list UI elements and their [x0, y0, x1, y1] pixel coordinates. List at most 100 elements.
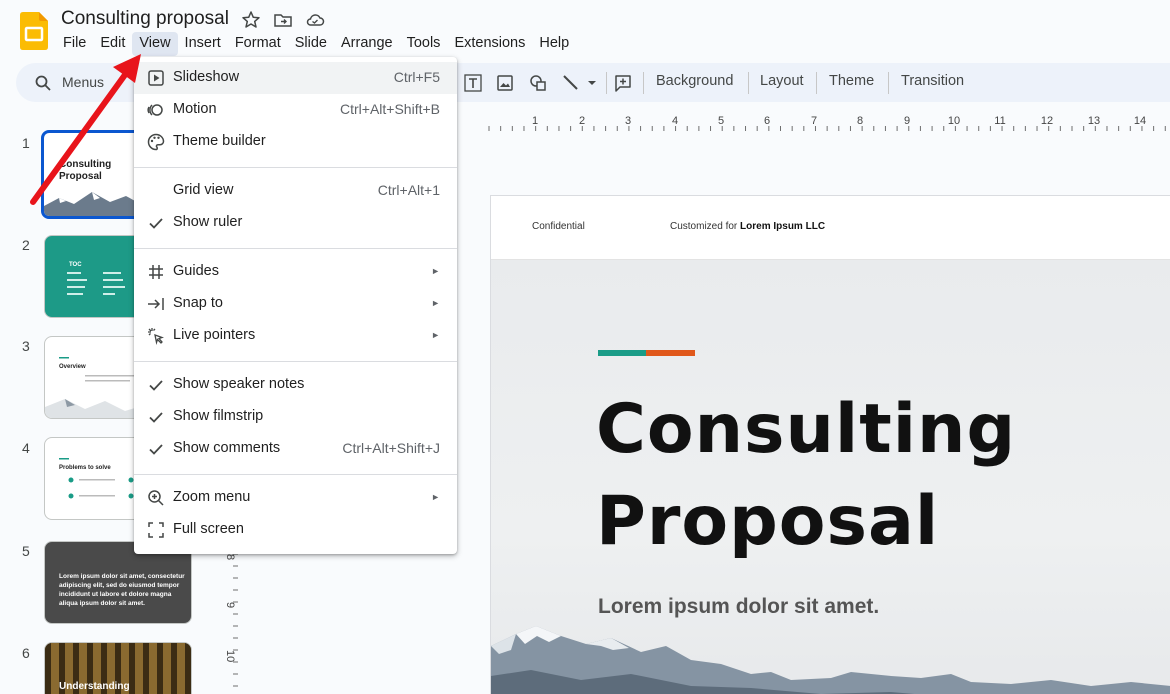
menu-separator — [134, 248, 457, 249]
toolbar-separator — [888, 72, 889, 94]
menu-edit[interactable]: Edit — [93, 32, 132, 56]
toolbar-separator — [643, 72, 644, 94]
search-icon — [35, 75, 51, 91]
submenu-arrow-icon: ► — [431, 492, 440, 502]
star-icon[interactable] — [241, 10, 261, 30]
slide-thumbnail-6[interactable]: Understanding — [44, 642, 192, 694]
theme-button[interactable]: Theme — [829, 73, 874, 89]
menu-item-zoom-menu[interactable]: Zoom menu ► — [134, 482, 457, 514]
menu-extensions[interactable]: Extensions — [447, 32, 532, 56]
menu-format[interactable]: Format — [228, 32, 288, 56]
document-title[interactable]: Consulting proposal — [61, 8, 229, 30]
ruler-label: 6 — [764, 115, 770, 127]
slide-title[interactable]: Consulting Proposal — [596, 384, 1156, 568]
ruler-label: 5 — [718, 115, 724, 127]
menu-item-motion[interactable]: Motion Ctrl+Alt+Shift+B — [134, 94, 457, 126]
mountain-range-image — [491, 626, 1170, 694]
menu-separator — [134, 167, 457, 168]
slide-canvas[interactable]: Confidential Customized for Lorem Ipsum … — [490, 195, 1170, 694]
add-comment-icon[interactable] — [613, 73, 633, 93]
menu-item-show-speaker-notes[interactable]: Show speaker notes — [134, 369, 457, 401]
ruler-label: 1 — [532, 115, 538, 127]
title-line-2: Proposal — [596, 482, 940, 561]
toolbar-separator — [606, 72, 607, 94]
thumbnail-title: TOC — [69, 262, 82, 268]
customized-prefix: Customized for — [670, 221, 738, 232]
thumbnail-title: Consulting Proposal — [59, 159, 112, 182]
ruler-label: 8 — [224, 554, 236, 560]
check-icon — [149, 412, 163, 423]
ruler-label: 8 — [857, 115, 863, 127]
line-tool-icon[interactable] — [561, 73, 581, 93]
menu-item-theme-builder[interactable]: Theme builder — [134, 126, 457, 158]
grid-hash-icon — [149, 265, 163, 279]
menu-view[interactable]: View — [132, 32, 178, 56]
menu-item-show-filmstrip[interactable]: Show filmstrip — [134, 401, 457, 433]
snap-arrow-icon — [148, 298, 164, 310]
menu-item-live-pointers[interactable]: Live pointers ► — [134, 320, 457, 352]
background-button[interactable]: Background — [656, 73, 733, 89]
title-line-1: Consulting — [596, 390, 1017, 469]
ruler-labels: 1 2 3 4 5 6 7 8 9 10 11 12 13 14 — [532, 115, 1146, 127]
horizontal-ruler[interactable]: 1 2 3 4 5 6 7 8 9 10 11 12 13 14 — [460, 110, 1170, 132]
slide-number: 5 — [22, 543, 30, 559]
menu-item-snap-to[interactable]: Snap to ► — [134, 288, 457, 320]
cloud-saved-icon[interactable] — [305, 10, 325, 30]
palette-icon — [147, 133, 165, 151]
line-dropdown-icon[interactable] — [585, 73, 599, 93]
layout-button[interactable]: Layout — [760, 73, 804, 89]
toc-lines — [67, 272, 125, 295]
menu-item-show-comments[interactable]: Show comments Ctrl+Alt+Shift+J — [134, 433, 457, 465]
menu-separator — [134, 361, 457, 362]
transition-button[interactable]: Transition — [901, 73, 964, 89]
menu-item-grid-view[interactable]: Grid view Ctrl+Alt+1 — [134, 175, 457, 207]
ruler-label: 9 — [904, 115, 910, 127]
accent-bar — [598, 350, 695, 356]
ruler-label: 3 — [625, 115, 631, 127]
slide-number: 1 — [22, 135, 30, 151]
ruler-label: 14 — [1134, 115, 1146, 127]
menu-item-full-screen[interactable]: Full screen — [134, 514, 457, 546]
menu-slide[interactable]: Slide — [288, 32, 334, 56]
ruler-label: 13 — [1088, 115, 1100, 127]
fullscreen-icon — [148, 522, 164, 538]
menu-file[interactable]: File — [56, 32, 93, 56]
check-icon — [149, 380, 163, 391]
ruler-label: 11 — [994, 115, 1005, 127]
thumbnail-text: Lorem ipsum dolor sit amet, consectetur … — [59, 573, 185, 607]
menu-item-guides[interactable]: Guides ► — [134, 256, 457, 288]
ruler-label: 2 — [579, 115, 585, 127]
menu-arrange[interactable]: Arrange — [334, 32, 400, 56]
menu-insert[interactable]: Insert — [178, 32, 228, 56]
pointer-sparkle-icon — [148, 328, 164, 346]
menu-separator — [134, 474, 457, 475]
menu-item-slideshow[interactable]: Slideshow Ctrl+F5 — [134, 62, 457, 94]
check-icon — [149, 218, 163, 229]
toolbar-separator — [816, 72, 817, 94]
search-menus-input[interactable]: Menus — [22, 70, 137, 96]
ruler-ticks — [488, 126, 1166, 131]
text-box-icon[interactable] — [463, 73, 483, 93]
move-folder-icon[interactable] — [273, 10, 293, 30]
vertical-ruler[interactable]: 8 9 10 — [222, 540, 238, 694]
submenu-arrow-icon: ► — [431, 266, 440, 276]
view-menu-dropdown: Slideshow Ctrl+F5 Motion Ctrl+Alt+Shift+… — [134, 57, 457, 554]
menu-tools[interactable]: Tools — [400, 32, 448, 56]
ruler-label: 4 — [672, 115, 678, 127]
play-box-icon — [148, 70, 164, 86]
menu-help[interactable]: Help — [532, 32, 576, 56]
insert-image-icon[interactable] — [495, 73, 515, 93]
search-label: Menus — [62, 74, 105, 90]
toolbar-separator — [748, 72, 749, 94]
slide-number: 6 — [22, 645, 30, 661]
ruler-label: 12 — [1041, 115, 1053, 127]
ruler-label: 10 — [224, 650, 236, 662]
submenu-arrow-icon: ► — [431, 330, 440, 340]
slide-number: 2 — [22, 237, 30, 253]
ruler-label: 9 — [224, 602, 236, 608]
slides-app-icon[interactable] — [20, 12, 48, 50]
client-name: Lorem Ipsum LLC — [740, 221, 826, 232]
shape-icon[interactable] — [528, 73, 548, 93]
menu-item-show-ruler[interactable]: Show ruler — [134, 207, 457, 239]
ruler-label: 7 — [811, 115, 817, 127]
